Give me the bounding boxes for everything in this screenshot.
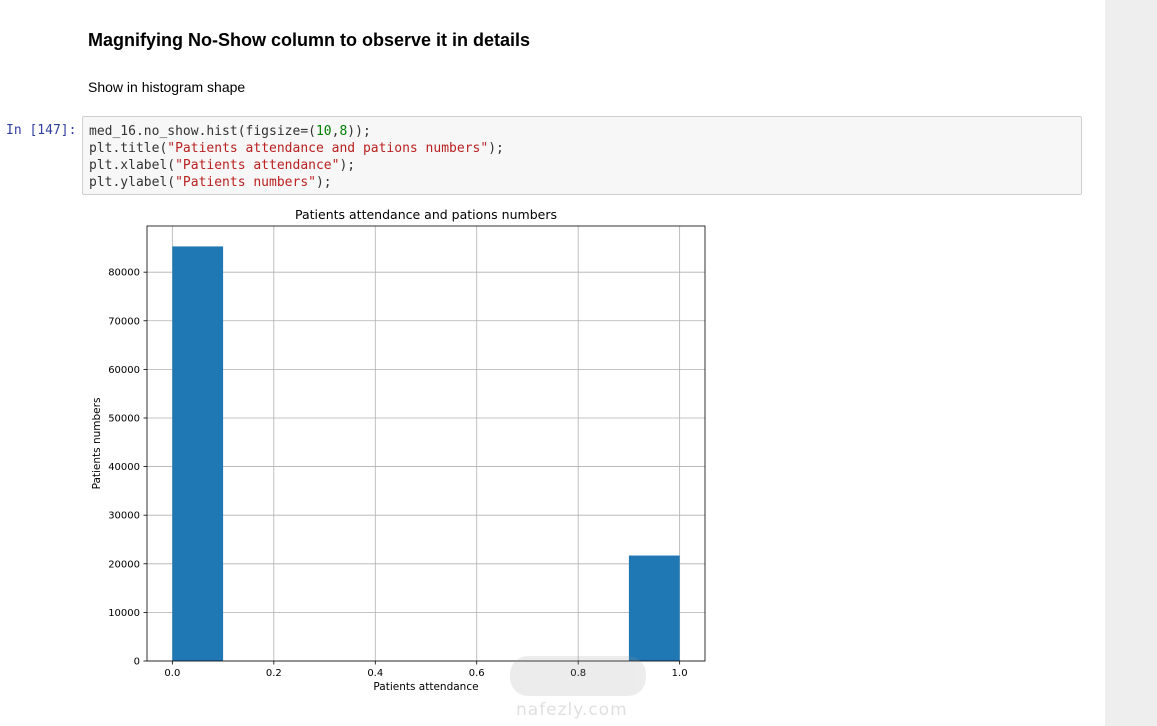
x-tick-label: 0.2 <box>266 668 282 679</box>
y-tick-label: 10000 <box>108 608 140 619</box>
bar-layer <box>172 246 680 662</box>
code-string: "Patients numbers" <box>175 175 316 190</box>
code-line-4: plt.ylabel("Patients numbers"); <box>89 174 1081 191</box>
code-string: "Patients attendance" <box>175 158 340 173</box>
code-token: ); <box>315 175 332 190</box>
code-line-2: plt.title("Patients attendance and patio… <box>89 140 1081 157</box>
code-token: )); <box>347 124 371 139</box>
x-tick-label: 0.8 <box>570 668 586 679</box>
code-number: 10 <box>315 124 332 139</box>
y-tick-label: 30000 <box>108 511 140 522</box>
y-tick-label: 60000 <box>108 365 140 376</box>
markdown-heading: Magnifying No-Show column to observe it … <box>88 30 531 50</box>
y-tick-label: 40000 <box>108 462 140 473</box>
histogram-bar <box>172 246 224 662</box>
chart-title: Patients attendance and pations numbers <box>295 207 557 222</box>
right-gutter <box>1105 0 1157 726</box>
code-token: plt.ylabel( <box>89 175 176 190</box>
y-tick-label: 0 <box>134 657 140 668</box>
y-tick-label: 50000 <box>108 413 140 424</box>
code-cell-editor[interactable]: med_16.no_show.hist(figsize=(10,8)); plt.… <box>82 116 1082 195</box>
notebook-area: Magnifying No-Show column to observe it … <box>0 0 1105 726</box>
code-token: ); <box>488 141 504 156</box>
histogram-chart: 0.0 0.2 0.4 0.6 0.8 1.0 0 10000 20000 30000 40000 5… <box>91 207 706 693</box>
y-tick-label: 80000 <box>108 268 140 279</box>
y-tick-label: 70000 <box>108 316 140 327</box>
histogram-bar <box>628 555 680 661</box>
code-string: "Patients attendance and pations numbers… <box>167 141 489 156</box>
code-token: med_16.no_show.hist(figsize=( <box>89 124 316 139</box>
code-line-3: plt.xlabel("Patients attendance"); <box>89 157 1081 174</box>
x-tick-label: 0.6 <box>469 668 485 679</box>
axes-frame <box>146 225 706 662</box>
markdown-text: Show in histogram shape <box>88 79 246 95</box>
x-tick-label: 1.0 <box>672 668 688 679</box>
grid-layer <box>147 226 705 662</box>
code-line-1: med_16.no_show.hist(figsize=(10,8)); <box>89 123 1081 140</box>
y-axis-label: Patients numbers <box>91 398 103 490</box>
code-token: ); <box>339 158 356 173</box>
code-token: plt.title( <box>89 141 168 156</box>
cell-output: 0.0 0.2 0.4 0.6 0.8 1.0 0 10000 20000 30000 40000 5… <box>85 203 725 708</box>
x-axis-label: Patients attendance <box>373 681 478 693</box>
y-tick-label: 20000 <box>108 559 140 570</box>
x-tick-label: 0.0 <box>164 668 180 679</box>
input-prompt: In [147]: <box>6 123 77 138</box>
x-tick-label: 0.4 <box>367 668 383 679</box>
code-token: plt.xlabel( <box>89 158 176 173</box>
